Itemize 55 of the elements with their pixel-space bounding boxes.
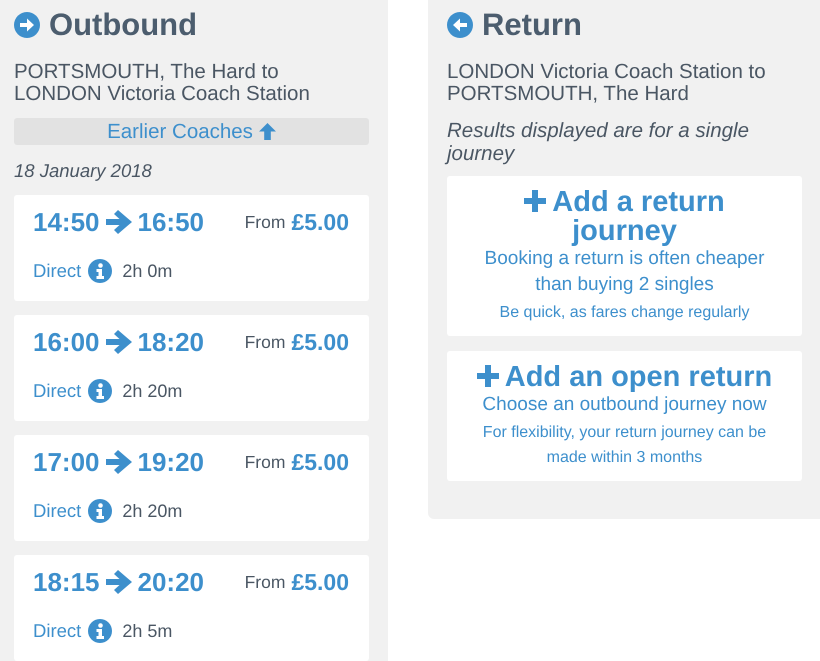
route-text: LONDON Victoria Coach Station to PORTSMOUTH, The Hard bbox=[447, 61, 767, 105]
price-text: £5.00 bbox=[291, 448, 349, 476]
date-text: 18 January 2018 bbox=[14, 160, 153, 182]
info-icon[interactable] bbox=[88, 619, 112, 643]
service-type-text: Direct bbox=[33, 260, 82, 282]
plus-icon bbox=[524, 190, 546, 212]
arrive-time: 19:20 bbox=[138, 447, 204, 477]
arrow-up-icon bbox=[258, 123, 276, 140]
route-text: PORTSMOUTH, The Hard to LONDON Victoria Coach Station bbox=[14, 61, 311, 105]
depart-time: 18:15 bbox=[33, 567, 100, 597]
journey-card[interactable]: 16:00 18:20 From £5.00 Direct 2h 20m bbox=[14, 315, 369, 421]
info-icon[interactable] bbox=[88, 379, 112, 403]
price-text: £5.00 bbox=[291, 328, 349, 356]
service-type-text: Direct bbox=[33, 500, 82, 522]
arrow-right-circle-icon bbox=[14, 12, 40, 38]
depart-time: 16:00 bbox=[33, 327, 100, 357]
arrive-time: 16:50 bbox=[138, 207, 204, 237]
price-label: From bbox=[244, 572, 286, 592]
arrow-right-icon bbox=[106, 570, 132, 594]
arrive-time: 18:20 bbox=[138, 327, 204, 357]
option-subtitle: Booking a return is often cheaper than buying 2 singles bbox=[484, 247, 766, 297]
arrive-time: 20:20 bbox=[138, 567, 204, 597]
journey-card[interactable]: 14:50 16:50 From £5.00 Direct 2h 0m bbox=[14, 195, 369, 301]
arrow-right-icon bbox=[106, 450, 132, 474]
option-detail: For flexibility, your return journey can be made within 3 months bbox=[482, 423, 768, 468]
arrow-right-icon bbox=[106, 210, 132, 234]
duration-text: 2h 20m bbox=[122, 380, 182, 402]
service-type-text: Direct bbox=[33, 380, 82, 402]
price-text: £5.00 bbox=[291, 568, 349, 596]
plus-icon bbox=[476, 365, 499, 387]
depart-time: 17:00 bbox=[33, 447, 100, 477]
add-return-card[interactable]: Add an open return Choose an outbound journey now For flexibility, your return journey can be made within 3 months bbox=[447, 351, 802, 481]
price-label: From bbox=[244, 452, 286, 472]
add-return-card[interactable]: Add a return journey Booking a return is often cheaper than buying 2 singles Be quick, as fares change regularly bbox=[447, 176, 802, 336]
option-subtitle: Choose an outbound journey now bbox=[481, 393, 768, 417]
price-text: £5.00 bbox=[291, 208, 349, 236]
depart-time: 14:50 bbox=[33, 207, 100, 237]
price-label: From bbox=[244, 212, 286, 232]
arrow-right-icon bbox=[106, 330, 132, 354]
price-label: From bbox=[244, 332, 286, 352]
option-title: Add an open return bbox=[504, 361, 772, 393]
note-text: Results displayed are for a single journey bbox=[447, 119, 802, 165]
arrow-left-circle-icon bbox=[447, 12, 473, 38]
duration-text: 2h 0m bbox=[122, 260, 172, 282]
journey-card[interactable]: 18:15 20:20 From £5.00 Direct 2h 5m bbox=[14, 555, 369, 661]
duration-text: 2h 5m bbox=[122, 620, 172, 642]
duration-text: 2h 20m bbox=[122, 500, 182, 522]
info-icon[interactable] bbox=[88, 499, 112, 523]
journey-card[interactable]: 17:00 19:20 From £5.00 Direct 2h 20m bbox=[14, 435, 369, 541]
section-title: Return bbox=[482, 8, 582, 42]
service-type-text: Direct bbox=[33, 620, 82, 642]
option-title: Add a return journey bbox=[552, 186, 725, 247]
section-title: Outbound bbox=[49, 8, 198, 42]
option-detail: Be quick, as fares change regularly bbox=[498, 303, 750, 323]
info-icon[interactable] bbox=[88, 259, 112, 283]
